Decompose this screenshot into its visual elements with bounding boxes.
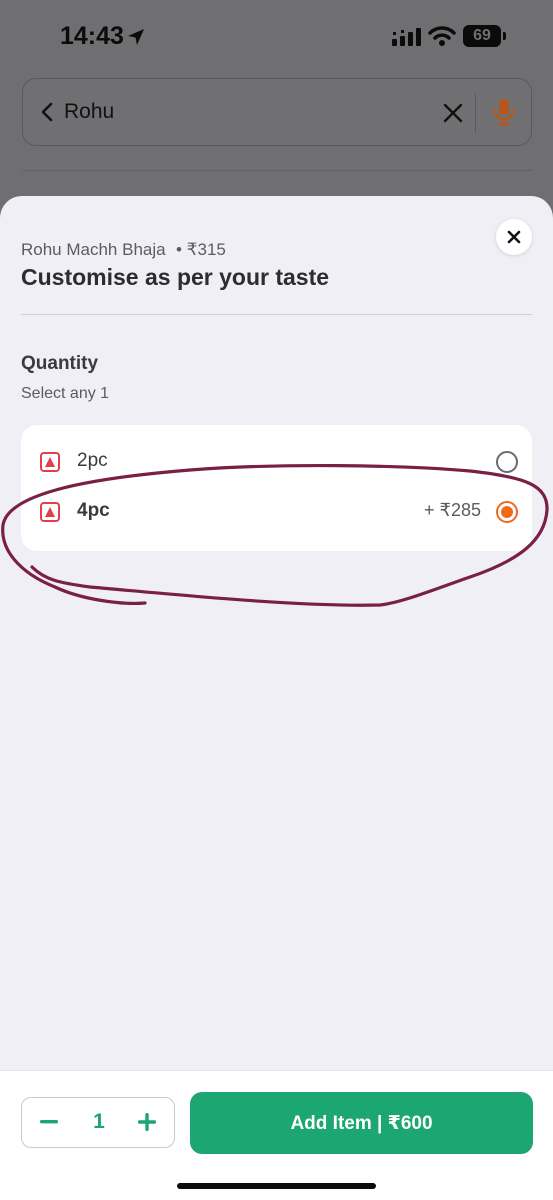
location-arrow-icon	[128, 29, 144, 45]
close-button[interactable]	[496, 219, 532, 255]
item-price: • ₹315	[176, 240, 226, 259]
signal-icon	[392, 28, 421, 46]
option-row-4pc[interactable]: 4pc + ₹285	[21, 487, 532, 537]
increment-button[interactable]	[136, 1111, 158, 1133]
status-bar: 14:43 69	[0, 0, 553, 70]
battery-icon: 69	[463, 25, 506, 47]
home-indicator	[177, 1183, 376, 1189]
item-name: Rohu Machh Bhaja	[21, 240, 166, 259]
wifi-icon	[428, 26, 456, 46]
add-item-button[interactable]: Add Item | ₹600	[190, 1092, 533, 1154]
nonveg-icon	[40, 452, 60, 472]
plus-icon	[138, 1113, 156, 1131]
option-label: 2pc	[77, 450, 108, 471]
clear-x-icon[interactable]	[441, 101, 465, 125]
microphone-icon[interactable]	[493, 97, 515, 127]
customise-sheet	[0, 196, 553, 1200]
search-divider	[475, 93, 476, 133]
background-divider	[22, 170, 532, 171]
section-subtitle: Select any 1	[21, 385, 110, 402]
close-icon	[507, 230, 521, 244]
radio-button-selected[interactable]	[496, 501, 518, 523]
search-input[interactable]: Rohu	[64, 100, 114, 124]
option-label: 4pc	[77, 500, 110, 521]
status-time: 14:43	[60, 22, 124, 50]
option-price: + ₹285	[424, 500, 481, 520]
back-arrow-icon[interactable]	[37, 101, 59, 123]
option-row-2pc[interactable]: 2pc	[21, 437, 532, 487]
options-card: 2pc 4pc + ₹285	[21, 425, 532, 551]
quantity-stepper: 1	[21, 1097, 175, 1148]
nonveg-icon	[40, 502, 60, 522]
sheet-divider	[21, 314, 532, 315]
radio-button[interactable]	[496, 451, 518, 473]
sheet-title: Customise as per your taste	[21, 264, 330, 290]
section-title: Quantity	[21, 353, 99, 374]
search-bar[interactable]: Rohu	[22, 78, 532, 146]
